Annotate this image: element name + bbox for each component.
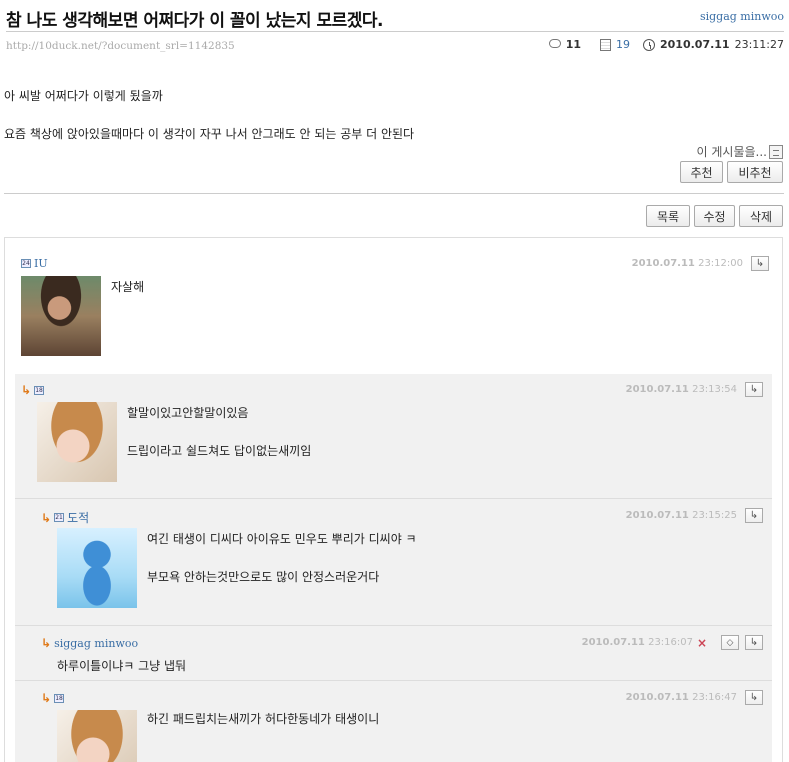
divider [15, 680, 772, 681]
recommend-button[interactable]: 추천 [680, 161, 723, 183]
comment-header: ↳ 21 도적 [41, 509, 89, 526]
reply-button[interactable]: ↳ [745, 382, 763, 397]
comment-list: 24 IU 2010.07.11 23:12:00 ↳ 자살해 ↳ 18 201… [4, 237, 783, 762]
list-button[interactable]: 목록 [646, 205, 690, 227]
comment-header: ↳ 18 [21, 383, 47, 397]
reply-arrow-icon: ↳ [749, 692, 759, 703]
edit-button[interactable]: 수정 [694, 205, 735, 227]
comment-text: 부모욕 안하는것만으로도 많이 안정스러운거다 [147, 570, 380, 584]
reply-button[interactable]: ↳ [745, 690, 763, 705]
reply-button[interactable]: ↳ [745, 508, 763, 523]
comment-text: 하루이틀이냐ㅋ 그냥 냅둬 [57, 659, 187, 673]
reply-indent-icon: ↳ [41, 691, 52, 705]
comment-datetime: 2010.07.11 23:15:25 [625, 510, 737, 521]
comment-nick[interactable]: 도적 [67, 509, 89, 526]
comment-text: 하긴 패드립치는새끼가 허다한동네가 태생이니 [147, 712, 380, 726]
comment-item: ↳ 18 2010.07.11 23:13:54 ↳ 할말이있고안할말이있음 드… [21, 382, 763, 498]
level-icon: 24 [21, 259, 31, 268]
reply-indent-icon: ↳ [41, 636, 52, 650]
comment-datetime: 2010.07.11 23:16:07 [581, 637, 693, 648]
reply-arrow-icon: ↳ [755, 258, 765, 269]
comment-text: 자살해 [111, 280, 145, 294]
comment-header: ↳ 18 [41, 691, 67, 705]
comment-header: ↳ siggag minwoo [41, 636, 138, 650]
reply-button[interactable]: ↳ [745, 635, 763, 650]
post-stats: 11 19 2010.07.11 23:11:27 [548, 38, 784, 51]
comment-text: 여긴 태생이 디씨다 아이유도 민우도 뿌리가 디씨야 ㅋ [147, 532, 417, 546]
reply-indent-icon: ↳ [21, 383, 32, 397]
comment-text: 할말이있고안할말이있음 [127, 406, 249, 420]
comment-bubble-icon [548, 39, 561, 48]
level-icon: 18 [54, 693, 65, 703]
comment-nick[interactable]: siggag minwoo [54, 637, 138, 650]
avatar [57, 528, 137, 608]
clock-icon [643, 38, 655, 51]
reply-button[interactable]: ↳ [751, 256, 769, 271]
comment-item: ↳ 21 도적 2010.07.11 23:15:25 ↳ 여긴 태생이 디씨다… [41, 508, 763, 619]
avatar [37, 402, 117, 482]
comment-datetime: 2010.07.11 23:12:00 [631, 258, 743, 269]
delete-button[interactable]: 삭제 [739, 205, 783, 227]
comment-item: 24 IU 2010.07.11 23:12:00 ↳ 자살해 [21, 256, 769, 367]
comment-item: ↳ siggag minwoo 2010.07.11 23:16:07 × ◇ … [41, 635, 763, 681]
eraser-icon[interactable]: ◇ [721, 635, 739, 650]
reply-arrow-icon: ↳ [749, 384, 759, 395]
post-body-line: 요즘 책상에 앉아있을때마다 이 생각이 자꾸 나서 안그래도 안 되는 공부 … [4, 127, 415, 141]
post-time: 23:11:27 [734, 38, 784, 51]
document-icon [600, 38, 611, 51]
post-date: 2010.07.11 [660, 38, 730, 51]
reply-area: ↳ 18 2010.07.11 23:13:54 ↳ 할말이있고안할말이있음 드… [15, 374, 772, 762]
post-url[interactable]: http://10duck.net/?document_srl=1142835 [6, 40, 235, 52]
divider [15, 625, 772, 626]
comment-datetime: 2010.07.11 23:13:54 [625, 384, 737, 395]
post-title: 참 나도 생각해보면 어쩌다가 이 꼴이 났는지 모르겠다. [6, 11, 383, 31]
divider [15, 498, 772, 499]
comment-text: 드립이라고 쉴드쳐도 답이없는새끼임 [127, 444, 312, 458]
comment-datetime: 2010.07.11 23:16:47 [625, 692, 737, 703]
this-post-label: 이 게시물을... [696, 145, 767, 159]
comment-item: ↳ 18 2010.07.11 23:16:47 ↳ 하긴 패드립치는새끼가 허… [41, 690, 763, 762]
comment-header: 24 IU [21, 257, 48, 270]
level-icon: 18 [34, 385, 45, 395]
level-icon: 21 [54, 513, 65, 522]
post-meta: http://10duck.net/?document_srl=1142835 … [6, 38, 784, 56]
x-icon[interactable]: × [697, 636, 707, 650]
divider [4, 193, 784, 194]
avatar [57, 710, 137, 762]
avatar [21, 276, 101, 356]
comment-count: 11 [565, 38, 581, 51]
comment-nick[interactable]: IU [34, 257, 48, 270]
menu-icon[interactable] [769, 144, 783, 159]
post-body-line: 아 씨발 어쩌다가 이렇게 됬을까 [4, 89, 163, 103]
post-author[interactable]: siggag minwoo [700, 10, 784, 23]
unrecommend-button[interactable]: 비추천 [727, 161, 783, 183]
this-post-menu[interactable]: 이 게시물을... [697, 143, 783, 160]
post-header: 참 나도 생각해보면 어쩌다가 이 꼴이 났는지 모르겠다. siggag mi… [6, 4, 784, 32]
reply-arrow-icon: ↳ [749, 637, 759, 648]
view-count: 19 [616, 38, 630, 51]
reply-arrow-icon: ↳ [749, 510, 759, 521]
reply-indent-icon: ↳ [41, 510, 52, 525]
